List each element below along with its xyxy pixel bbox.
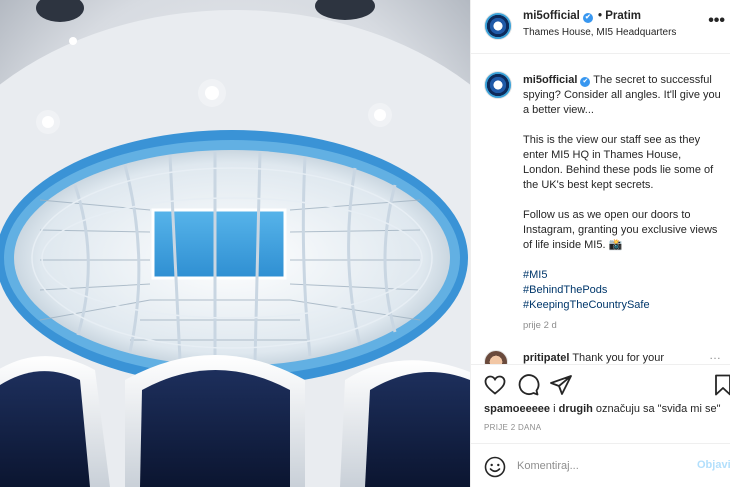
atrium-photo: [0, 0, 470, 487]
post-timestamp: PRIJE 2 DANA: [484, 423, 542, 432]
caption-username[interactable]: mi5official: [523, 74, 577, 86]
comment-more-icon[interactable]: …: [709, 348, 721, 362]
likes-and: i: [553, 403, 556, 415]
username-text[interactable]: mi5official: [523, 10, 580, 22]
add-comment-bar: Objavi: [471, 443, 730, 487]
bookmark-icon[interactable]: [711, 373, 730, 397]
commenter-username[interactable]: pritipatel: [523, 352, 569, 364]
commenter-avatar[interactable]: [484, 350, 508, 364]
instagram-post: mi5official ✔ • Pratim Thames House, MI5 …: [0, 0, 730, 487]
location-link[interactable]: Thames House, MI5 Headquarters: [523, 27, 676, 38]
comment-input[interactable]: [517, 454, 687, 478]
separator-dot: •: [598, 10, 603, 22]
likes-summary: spamoeeeee i drugih označuju sa "sviđa m…: [484, 403, 721, 415]
hashtag-list: #MI5 #BehindThePods #KeepingTheCountrySa…: [523, 268, 723, 313]
verified-icon: ✔: [582, 13, 593, 23]
heart-icon[interactable]: [483, 373, 507, 397]
hashtag-link[interactable]: #KeepingTheCountrySafe: [523, 298, 723, 313]
caption-line: Follow us as we open our doors to Instag…: [523, 209, 718, 251]
post-header: mi5official ✔ • Pratim Thames House, MI5 …: [471, 0, 730, 54]
comment-row: pritipatel Thank you for your …: [471, 344, 730, 364]
more-options-icon[interactable]: •••: [708, 12, 725, 30]
caption-avatar[interactable]: [484, 71, 512, 99]
caption-age: prije 2 d: [523, 320, 557, 331]
post-photo[interactable]: [0, 0, 470, 487]
caption: mi5official ✔ The secret to successful sp…: [471, 54, 730, 354]
caption-line: This is the view our staff see as they e…: [523, 134, 714, 191]
verified-icon: ✔: [580, 77, 591, 87]
follow-label[interactable]: Pratim: [605, 10, 641, 22]
share-icon[interactable]: [549, 373, 573, 397]
comment-body: Thank you for your: [572, 352, 665, 364]
liker-username[interactable]: spamoeeeee: [484, 403, 550, 415]
likes-suffix: označuju sa "sviđa mi se": [595, 403, 721, 415]
emoji-icon[interactable]: [483, 455, 507, 479]
hashtag-link[interactable]: #MI5: [523, 268, 723, 283]
follow-button[interactable]: • Pratim: [598, 10, 641, 22]
comment-icon[interactable]: [516, 373, 540, 397]
post-comment-button[interactable]: Objavi: [697, 459, 730, 471]
likes-others-link[interactable]: drugih: [559, 403, 593, 415]
hashtag-link[interactable]: #BehindThePods: [523, 283, 723, 298]
username-link[interactable]: mi5official ✔: [523, 10, 593, 23]
caption-text: mi5official ✔ The secret to successful sp…: [523, 73, 723, 313]
action-bar: spamoeeeee i drugih označuju sa "sviđa m…: [471, 364, 730, 454]
comment-text: pritipatel Thank you for your: [523, 352, 664, 364]
avatar[interactable]: [484, 12, 512, 40]
post-sidebar: mi5official ✔ • Pratim Thames House, MI5 …: [470, 0, 730, 487]
